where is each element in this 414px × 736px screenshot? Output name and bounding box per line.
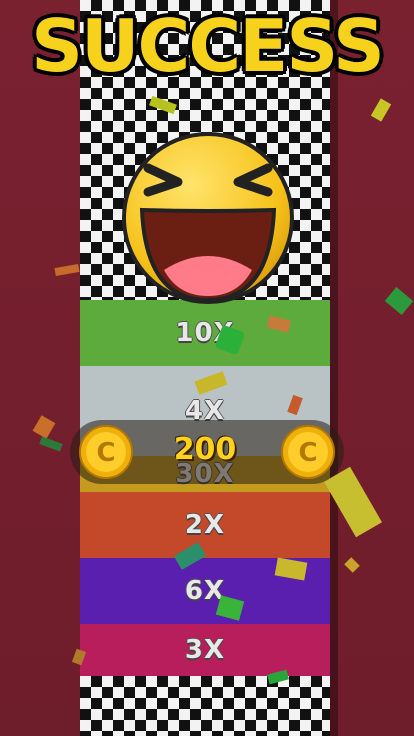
game-screen: 10X 4X 30X 2X 6X 3X (0, 0, 414, 736)
multiplier-label: 2X (184, 510, 226, 540)
confetti-piece (54, 263, 80, 277)
multiplier-band-6: 3X (80, 624, 330, 676)
confetti-piece (344, 557, 360, 573)
multiplier-label: 3X (184, 635, 226, 665)
reward-amount: 200 (173, 432, 237, 467)
laughing-emoji-icon (122, 132, 294, 304)
success-title: SUCCESS (31, 4, 385, 88)
coin-symbol: C (96, 438, 115, 468)
coin-symbol: C (298, 438, 317, 468)
multiplier-band-1: 10X (80, 300, 330, 366)
checker-pattern-bottom (80, 676, 330, 736)
confetti-piece (39, 436, 63, 452)
coin-icon: C (281, 425, 335, 479)
multiplier-band-4: 2X (80, 492, 330, 558)
coin-icon: C (79, 425, 133, 479)
confetti-piece (370, 98, 392, 122)
tower: 10X 4X 30X 2X 6X 3X (80, 0, 338, 736)
confetti-piece (32, 415, 56, 439)
confetti-piece (384, 287, 414, 315)
tower-side-shade (330, 0, 338, 736)
